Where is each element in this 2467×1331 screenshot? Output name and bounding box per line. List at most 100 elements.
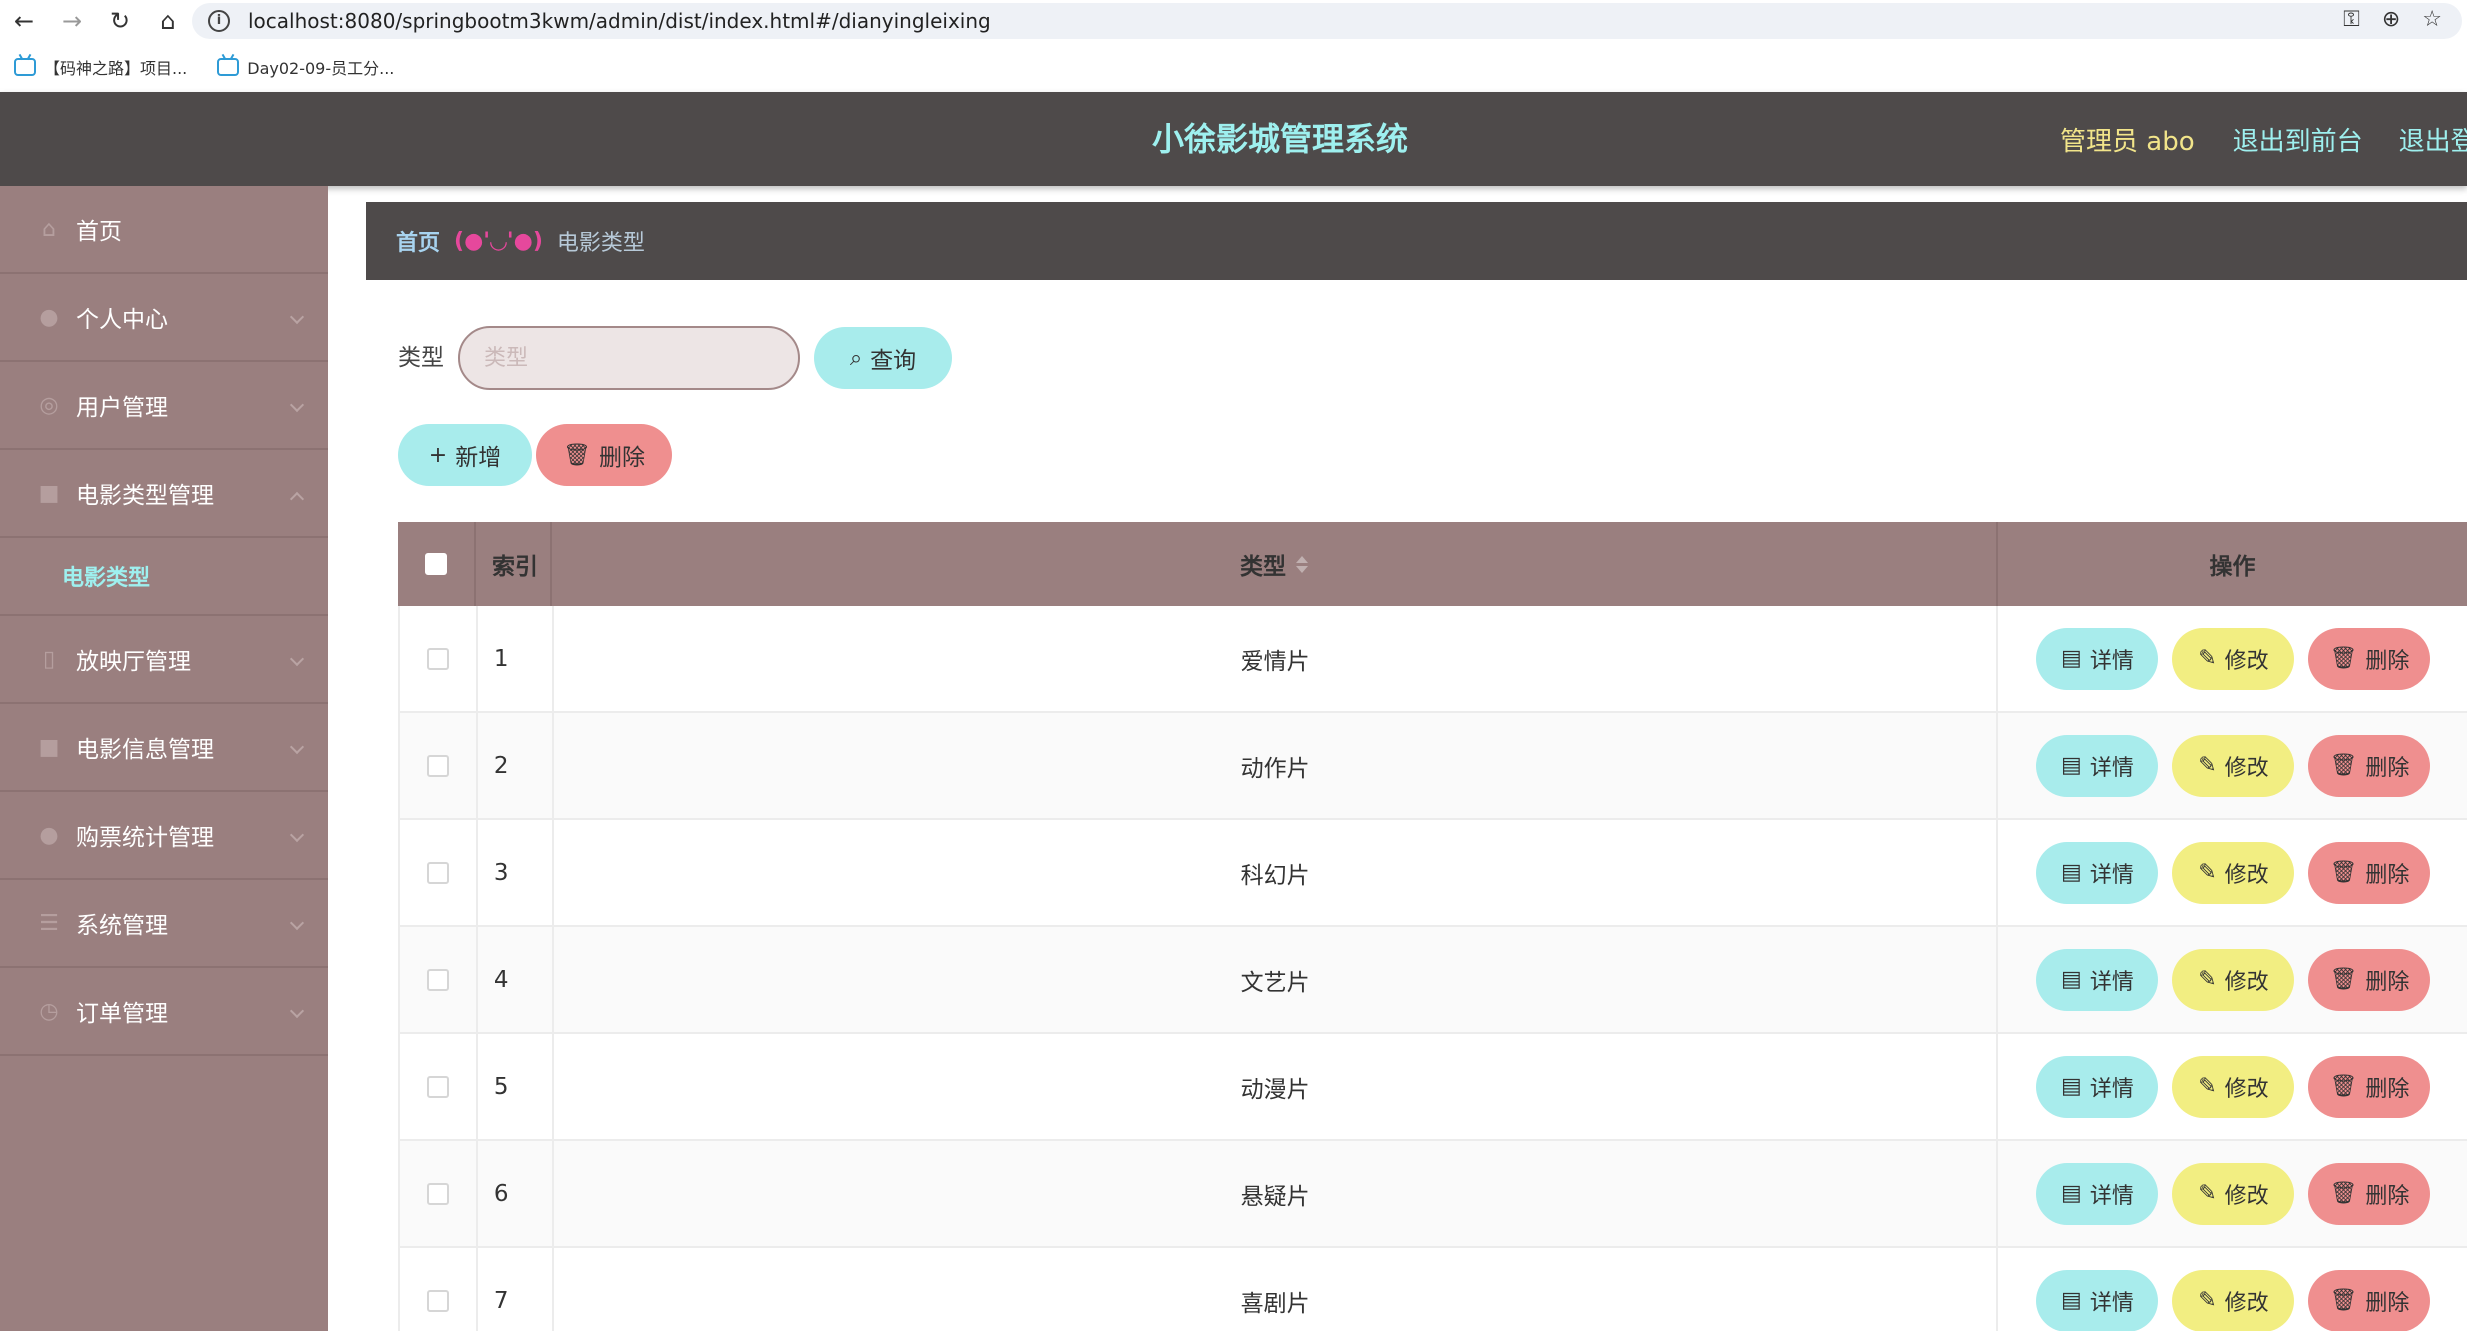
edit-button[interactable]: ✎ 修改 (2172, 627, 2295, 690)
edit-button[interactable]: ✎ 修改 (2172, 948, 2295, 1011)
movie-type-table: 索引 类型 操作 1 爱情片 ▤ 详情 ✎ 修改 🗑 删除 2 动作片 ▤ 详情… (398, 522, 2467, 1331)
bookmark-item[interactable]: 【码神之路】项目... (14, 55, 187, 79)
edit-button-label: 修改 (2224, 1183, 2269, 1209)
site-info-icon[interactable]: i (208, 10, 230, 32)
delete-button-label: 删除 (2365, 648, 2410, 674)
header-type-label: 类型 (1240, 554, 1286, 580)
sort-icon[interactable] (1296, 555, 1308, 573)
sidebar-item-label: 系统管理 (76, 913, 168, 939)
zoom-icon[interactable]: ⊕ (2382, 7, 2400, 32)
pencil-icon: ✎ (2198, 646, 2217, 671)
document-icon: ▤ (2061, 753, 2082, 778)
reload-icon[interactable]: ↻ (96, 0, 144, 42)
row-type: 爱情片 (554, 606, 1999, 711)
back-icon[interactable]: ← (0, 0, 48, 42)
mobile-icon: ▯ (42, 646, 56, 672)
trash-icon: 🗑 (2329, 1288, 2358, 1313)
table-row: 7 喜剧片 ▤ 详情 ✎ 修改 🗑 删除 (398, 1248, 2467, 1331)
sidebar-item-label: 订单管理 (76, 1001, 168, 1027)
search-button[interactable]: ⌕ 查询 (814, 327, 952, 389)
edit-button[interactable]: ✎ 修改 (2172, 1055, 2295, 1118)
type-search-input[interactable] (458, 326, 800, 390)
delete-button[interactable]: 🗑 删除 (2308, 1269, 2431, 1331)
sidebar-item-system[interactable]: ☰ 系统管理 (0, 880, 328, 968)
admin-name: 管理员 abo (2060, 126, 2195, 157)
url-text[interactable]: localhost:8080/springbootm3kwm/admin/dis… (248, 9, 991, 33)
delete-button[interactable]: 🗑 删除 (2308, 734, 2431, 797)
home-icon[interactable]: ⌂ (144, 0, 192, 42)
forward-icon[interactable]: → (48, 0, 96, 42)
sidebar-subitem-movie-type[interactable]: 电影类型 (0, 538, 328, 616)
breadcrumb-home[interactable]: 首页 (396, 225, 440, 257)
edit-button[interactable]: ✎ 修改 (2172, 841, 2295, 904)
table-row: 6 悬疑片 ▤ 详情 ✎ 修改 🗑 删除 (398, 1141, 2467, 1248)
sidebar-item-halls[interactable]: ▯ 放映厅管理 (0, 616, 328, 704)
delete-button[interactable]: 🗑 删除 (2308, 1055, 2431, 1118)
breadcrumb-separator: (●'◡'●) (454, 228, 543, 254)
detail-button[interactable]: ▤ 详情 (2036, 734, 2159, 797)
sidebar-item-users[interactable]: ◎ 用户管理 (0, 362, 328, 450)
row-index: 1 (478, 606, 554, 711)
batch-delete-button[interactable]: 🗑 删除 (536, 424, 672, 486)
detail-button-label: 详情 (2089, 969, 2134, 995)
row-checkbox[interactable] (426, 1289, 449, 1312)
detail-button[interactable]: ▤ 详情 (2036, 1055, 2159, 1118)
row-index: 3 (478, 820, 554, 925)
detail-button[interactable]: ▤ 详情 (2036, 627, 2159, 690)
table-row: 3 科幻片 ▤ 详情 ✎ 修改 🗑 删除 (398, 820, 2467, 927)
pencil-icon: ✎ (2198, 967, 2217, 992)
document-icon: ▤ (2061, 1288, 2082, 1313)
list-icon: ☰ (39, 910, 59, 936)
row-checkbox[interactable] (426, 754, 449, 777)
delete-button[interactable]: 🗑 删除 (2308, 1162, 2431, 1225)
delete-button-label: 删除 (2365, 755, 2410, 781)
row-checkbox[interactable] (426, 1182, 449, 1205)
row-checkbox-cell (400, 820, 478, 925)
row-checkbox[interactable] (426, 1075, 449, 1098)
breadcrumb: 首页 (●'◡'●) 电影类型 (366, 202, 2467, 280)
password-key-icon[interactable]: ⚿ (2343, 7, 2360, 32)
briefcase-icon: ■ (38, 480, 60, 506)
sidebar-item-orders[interactable]: ◷ 订单管理 (0, 968, 328, 1056)
detail-button[interactable]: ▤ 详情 (2036, 1162, 2159, 1225)
row-checkbox[interactable] (426, 647, 449, 670)
pencil-icon: ✎ (2198, 1074, 2217, 1099)
row-actions: ▤ 详情 ✎ 修改 🗑 删除 (1998, 1248, 2467, 1331)
pencil-icon: ✎ (2198, 753, 2217, 778)
edit-button[interactable]: ✎ 修改 (2172, 734, 2295, 797)
row-checkbox-cell (400, 927, 478, 1032)
sidebar-item-profile[interactable]: ● 个人中心 (0, 274, 328, 362)
sidebar-item-ticket-stats[interactable]: ● 购票统计管理 (0, 792, 328, 880)
trash-icon: 🗑 (2329, 967, 2358, 992)
header-type[interactable]: 类型 (552, 522, 1998, 606)
row-checkbox[interactable] (426, 861, 449, 884)
row-index: 2 (478, 713, 554, 818)
sidebar-item-movie-types[interactable]: ■ 电影类型管理 (0, 450, 328, 538)
delete-button[interactable]: 🗑 删除 (2308, 627, 2431, 690)
header-ops: 操作 (2209, 554, 2256, 580)
bookmark-item[interactable]: Day02-09-员工分... (217, 55, 394, 79)
detail-button[interactable]: ▤ 详情 (2036, 948, 2159, 1011)
address-bar[interactable]: i localhost:8080/springbootm3kwm/admin/d… (192, 3, 2462, 39)
row-checkbox-cell (400, 1034, 478, 1139)
add-button[interactable]: + 新增 (398, 424, 532, 486)
detail-button[interactable]: ▤ 详情 (2036, 1269, 2159, 1331)
select-all-checkbox[interactable] (425, 553, 447, 575)
browser-toolbar: ← → ↻ ⌂ i localhost:8080/springbootm3kwm… (0, 0, 2467, 42)
sidebar-item-movie-info[interactable]: ■ 电影信息管理 (0, 704, 328, 792)
chevron-down-icon (289, 651, 305, 667)
row-checkbox[interactable] (426, 968, 449, 991)
delete-button[interactable]: 🗑 删除 (2308, 948, 2431, 1011)
search-icon: ⌕ (849, 345, 863, 371)
sidebar-item-home[interactable]: ⌂ 首页 (0, 186, 328, 274)
edit-button-label: 修改 (2224, 648, 2269, 674)
detail-button[interactable]: ▤ 详情 (2036, 841, 2159, 904)
back-to-front-link[interactable]: 退出到前台 (2233, 121, 2363, 158)
edit-button[interactable]: ✎ 修改 (2172, 1269, 2295, 1331)
delete-button[interactable]: 🗑 删除 (2308, 841, 2431, 904)
logout-link[interactable]: 退出登 (2399, 121, 2467, 158)
bookmark-star-icon[interactable]: ☆ (2422, 7, 2442, 32)
edit-button[interactable]: ✎ 修改 (2172, 1162, 2295, 1225)
row-index: 5 (478, 1034, 554, 1139)
user-icon: ● (39, 822, 59, 848)
